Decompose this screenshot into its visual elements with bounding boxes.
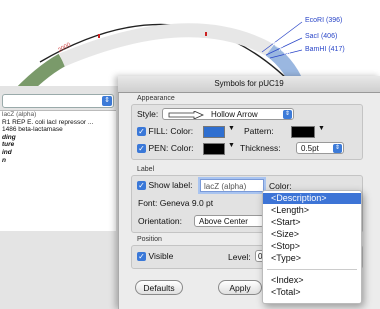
caret-down-icon[interactable]: ▼ xyxy=(318,125,325,132)
visible-label: Visible xyxy=(148,251,174,261)
orientation-value: Above Center xyxy=(199,217,248,226)
fill-label: FILL: xyxy=(148,126,168,136)
fill-color-label: Color: xyxy=(170,126,194,136)
pen-row: ✓ PEN: Color: xyxy=(137,143,194,154)
pen-color-swatch[interactable] xyxy=(203,143,225,155)
show-label-text: Show label: xyxy=(148,180,193,190)
level-label: Level: xyxy=(228,252,251,262)
menu-item-stop[interactable]: <Stop> xyxy=(263,241,361,252)
menu-item-size[interactable]: <Size> xyxy=(263,229,361,240)
dialog-title: Symbols for pUC19 xyxy=(118,76,380,93)
label-text-field[interactable]: lacZ (alpha) xyxy=(200,179,264,192)
appearance-group-label: Appearance xyxy=(137,95,175,102)
pattern-label: Pattern: xyxy=(244,126,274,136)
list-item[interactable]: 1486 beta-lactamase xyxy=(0,126,116,134)
apply-button[interactable]: Apply xyxy=(218,280,262,295)
feature-list[interactable]: lacZ (alpha) R1 REP E. coli lacI repress… xyxy=(0,110,116,231)
show-label-checkbox[interactable]: ✓ xyxy=(137,181,146,191)
hollow-arrow-icon xyxy=(168,111,204,119)
restriction-site-label: SacI (406) xyxy=(305,33,338,40)
menu-item-length[interactable]: <Length> xyxy=(263,205,361,216)
caret-down-icon[interactable]: ▼ xyxy=(228,125,235,132)
menu-separator xyxy=(267,269,357,270)
pattern-swatch[interactable] xyxy=(291,126,315,138)
style-value: Hollow Arrow xyxy=(211,110,258,119)
orientation-label: Orientation: xyxy=(138,216,182,226)
label-group-label: Label xyxy=(137,166,155,173)
menu-item-type[interactable]: <Type> xyxy=(263,253,361,264)
show-label-row: ✓ Show label: xyxy=(137,180,193,191)
position-group-label: Position xyxy=(137,236,162,243)
pen-label: PEN: xyxy=(148,143,169,153)
fill-color-swatch[interactable] xyxy=(203,126,225,138)
list-item[interactable]: ind xyxy=(0,149,116,157)
thickness-label: Thickness: xyxy=(240,143,281,153)
list-item[interactable]: n xyxy=(0,157,116,165)
list-item[interactable]: ture xyxy=(0,141,116,149)
visible-row: ✓ Visible xyxy=(137,251,174,262)
pen-color-label: Color: xyxy=(170,143,194,153)
visible-checkbox[interactable]: ✓ xyxy=(137,252,146,262)
style-select[interactable]: Hollow Arrow ⇕ xyxy=(162,108,294,120)
fill-row: ✓ FILL: Color: xyxy=(137,126,194,137)
menu-item-index[interactable]: <Index> xyxy=(263,275,361,286)
fill-checkbox[interactable]: ✓ xyxy=(137,127,146,137)
chevron-updown-icon: ⇕ xyxy=(333,144,342,153)
menu-item-total[interactable]: <Total> xyxy=(263,287,361,298)
chevron-updown-icon: ⇕ xyxy=(283,110,292,119)
thickness-value: 0.5pt xyxy=(301,144,319,153)
list-item[interactable]: R1 REP E. coli lacI repressor ... xyxy=(0,119,116,127)
menu-item-description[interactable]: <Description> xyxy=(263,193,361,204)
feature-category-select[interactable]: ⇕ xyxy=(2,94,114,108)
restriction-site-label: EcoRI (396) xyxy=(305,17,343,24)
label-token-menu: <Description> <Length> <Start> <Size> <S… xyxy=(262,190,362,304)
list-item[interactable]: lacZ (alpha) xyxy=(0,111,116,119)
thickness-select[interactable]: 0.5pt ⇕ xyxy=(296,142,344,154)
menu-item-start[interactable]: <Start> xyxy=(263,217,361,228)
defaults-button[interactable]: Defaults xyxy=(135,280,183,295)
orientation-select[interactable]: Above Center xyxy=(194,215,264,227)
pen-checkbox[interactable]: ✓ xyxy=(137,144,146,154)
style-label: Style: xyxy=(137,109,159,119)
font-info: Font: Geneva 9.0 pt xyxy=(138,198,214,208)
list-item[interactable]: ding xyxy=(0,134,116,142)
caret-down-icon[interactable]: ▼ xyxy=(228,142,235,149)
restriction-site-label: BamHI (417) xyxy=(305,46,345,53)
chevron-updown-icon: ⇕ xyxy=(102,96,112,106)
